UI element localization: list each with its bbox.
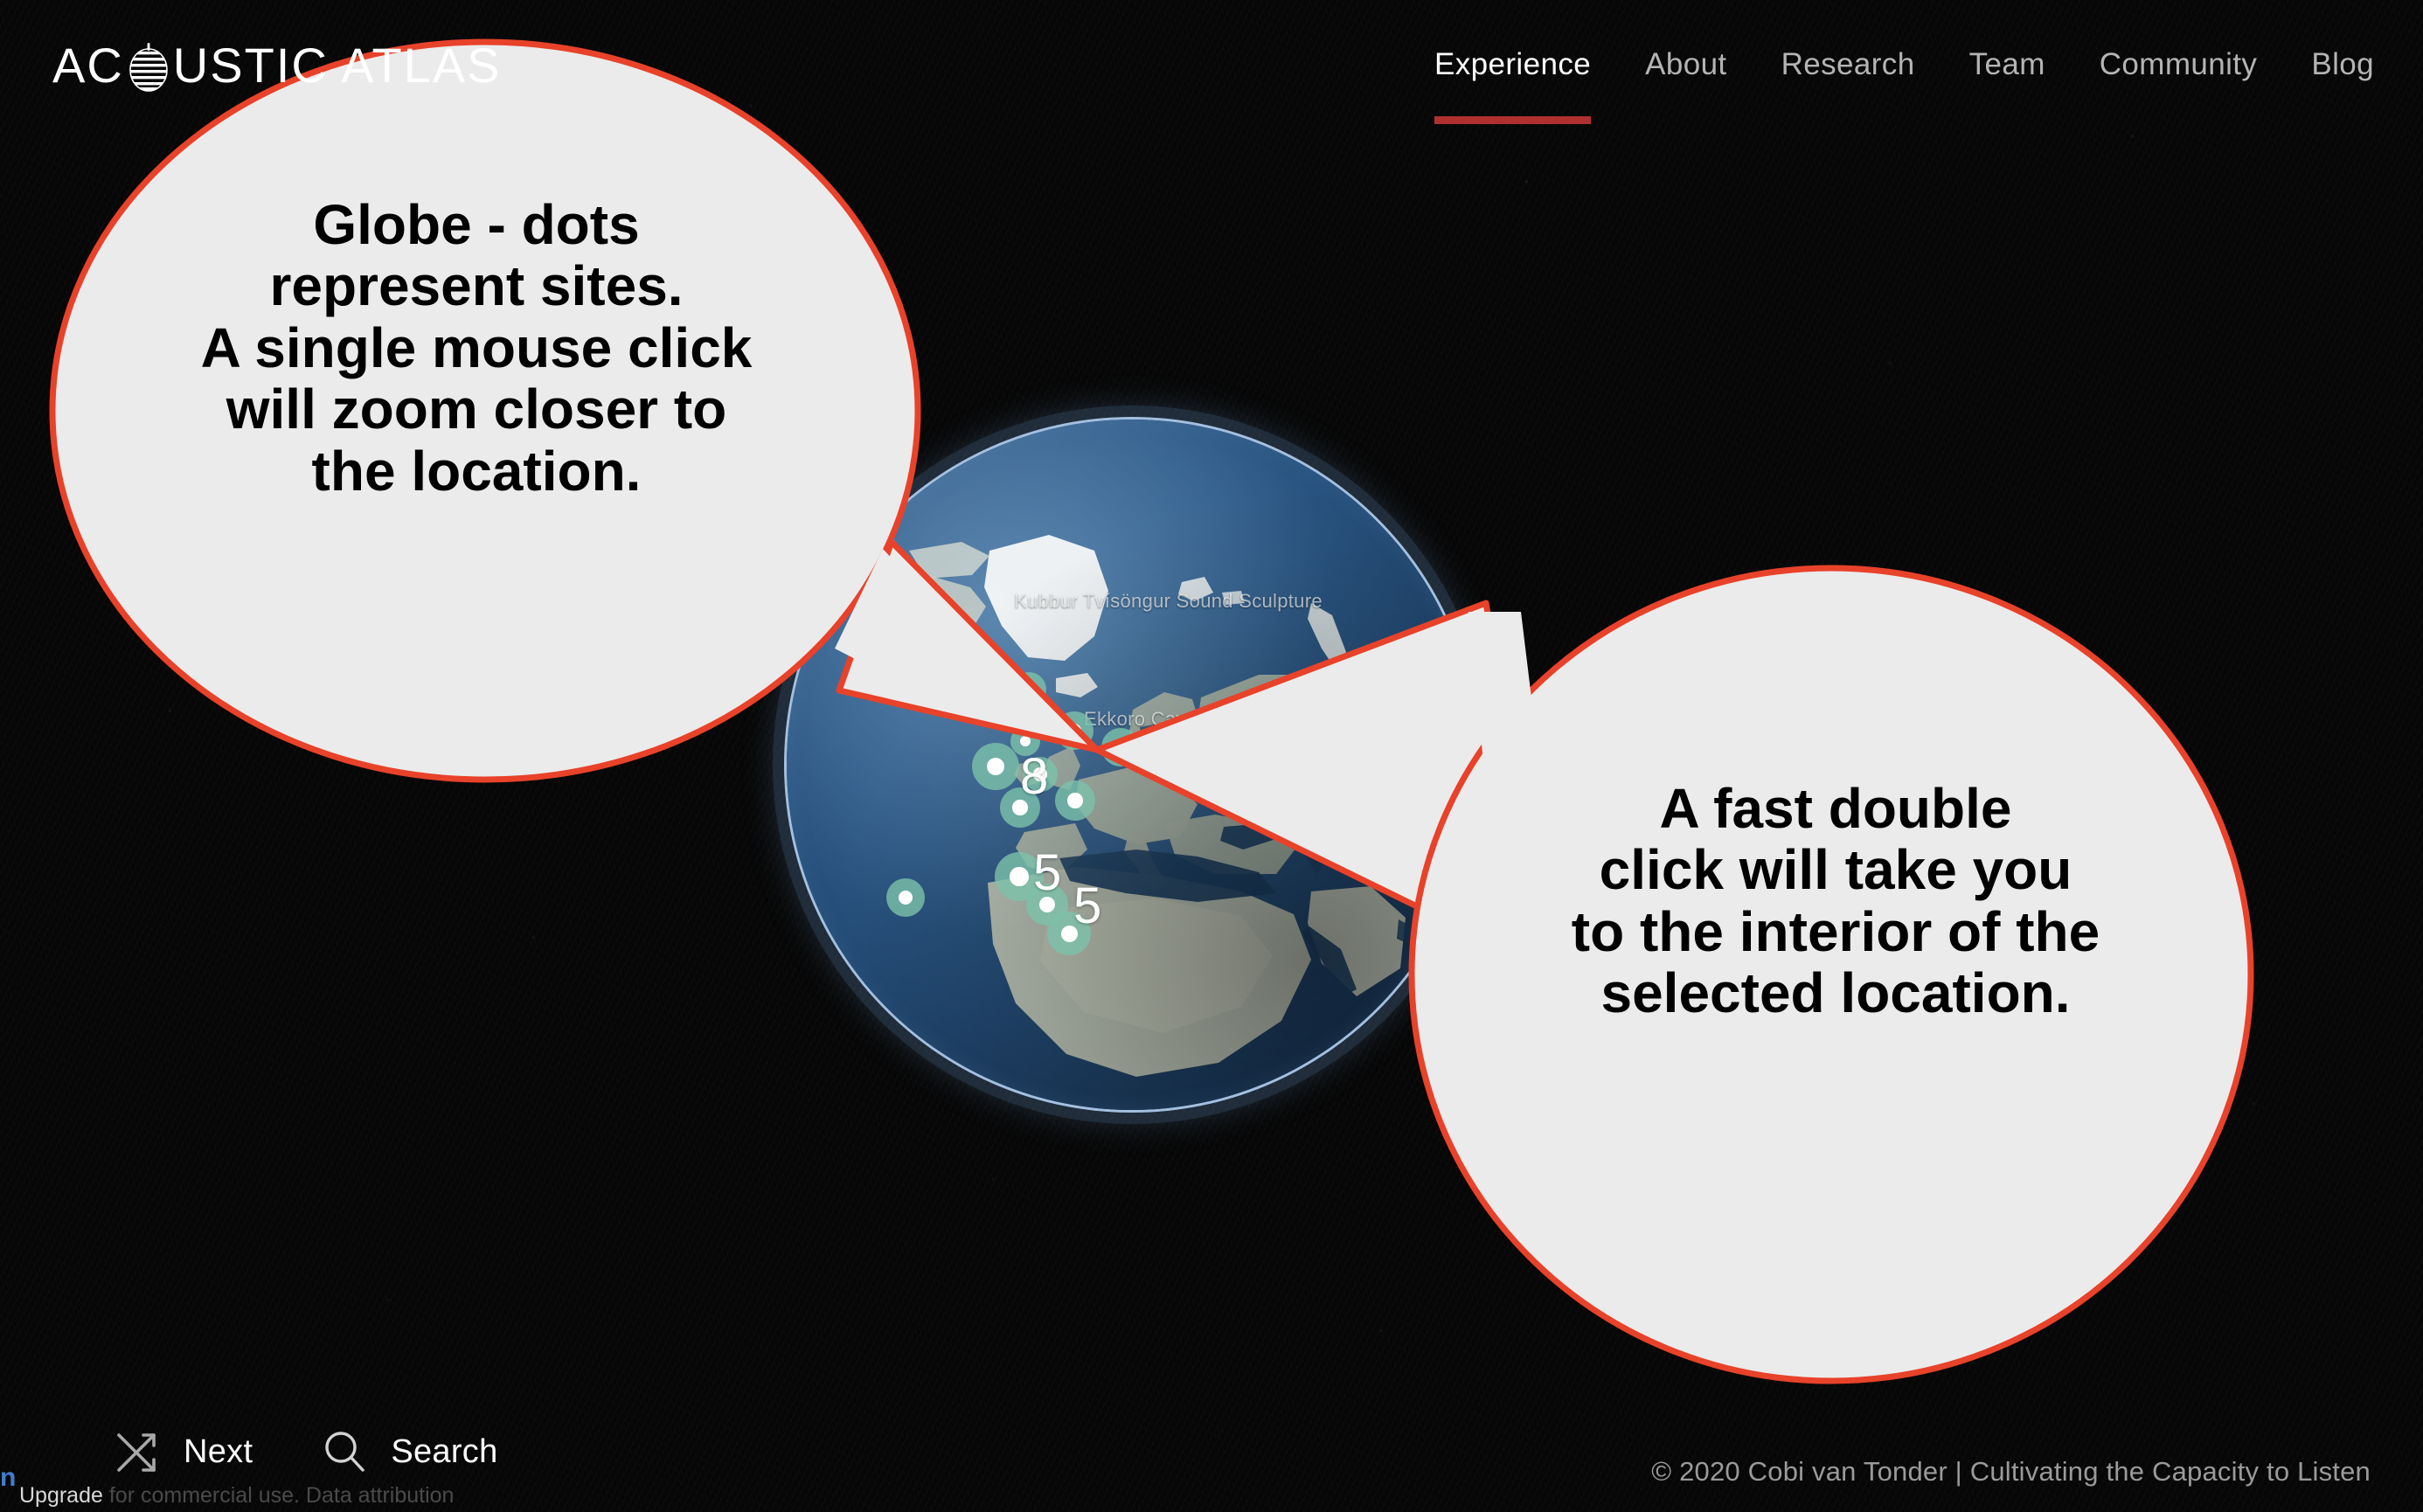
brand-logo[interactable]: AC USTIC ATLAS <box>52 38 502 94</box>
nav-item-team[interactable]: Team <box>1969 47 2045 91</box>
globe-landmass-map <box>878 535 1467 1077</box>
main-navigation: Experience About Research Team Community… <box>1434 47 2374 124</box>
site-marker[interactable] <box>1055 780 1095 821</box>
poi-label-tvisongur: Kubbur Tvísöngur Sound Sculpture <box>1014 590 1323 612</box>
bottom-bar: n Upgrade for commercial use. Data attri… <box>0 1407 2423 1512</box>
bubble-right-text: A fast double click will take you to the i… <box>1407 778 2264 1024</box>
brand-text-part-2: USTIC ATLAS <box>172 38 502 93</box>
shuffle-icon <box>114 1428 161 1475</box>
site-marker[interactable] <box>1101 728 1140 766</box>
poi-label-ekkoro-cave: Ekkoro Cave, Nesodden <box>1084 708 1298 730</box>
site-marker[interactable] <box>1055 711 1093 750</box>
cluster-count-badge[interactable]: 5 <box>1033 848 1061 898</box>
nav-item-experience[interactable]: Experience <box>1434 47 1592 124</box>
upgrade-link[interactable]: Upgrade <box>19 1483 103 1508</box>
search-icon <box>321 1428 368 1475</box>
bubble-text-line: A single mouse click <box>200 316 753 379</box>
next-label: Next <box>184 1432 253 1470</box>
site-marker[interactable] <box>886 878 925 917</box>
bubble-text-line: the location. <box>311 439 642 503</box>
footer-credit: © 2020 Cobi van Tonder | Cultivating the… <box>1651 1456 2371 1487</box>
bubble-text-line: will zoom closer to <box>226 378 727 441</box>
bubble-text-line: A fast double <box>1659 777 2012 840</box>
cluster-count-badge[interactable]: 5 <box>1073 881 1101 932</box>
nav-item-blog[interactable]: Blog <box>2311 47 2374 91</box>
brand-text-part-1: AC <box>52 38 124 93</box>
bubble-text-line: represent sites. <box>269 254 684 318</box>
attribution-rest[interactable]: for commercial use. Data attribution <box>103 1483 455 1508</box>
nav-item-research[interactable]: Research <box>1781 47 1915 91</box>
nav-item-community[interactable]: Community <box>2100 47 2258 91</box>
app-root: AC USTIC ATLAS Experience About Research… <box>0 0 2423 1512</box>
search-label: Search <box>391 1432 498 1470</box>
bubble-left-text: Globe - dots represent sites. A single mou… <box>61 194 892 502</box>
bubble-text-line: Globe - dots <box>313 193 640 256</box>
globe-sphere[interactable] <box>787 420 1477 1110</box>
striped-sphere-icon <box>126 43 171 94</box>
search-button[interactable]: Search <box>321 1428 497 1475</box>
site-marker[interactable] <box>972 743 1019 790</box>
bubble-text-line: to the interior of the <box>1571 899 2100 963</box>
bubble-text-line: click will take you <box>1599 838 2072 902</box>
cluster-count-badge[interactable]: 8 <box>1020 752 1048 802</box>
next-button[interactable]: Next <box>114 1428 253 1475</box>
map-attribution: Upgrade for commercial use. Data attribu… <box>19 1483 454 1509</box>
mapbox-logo-fragment: n <box>0 1463 17 1492</box>
bubble-text-line: selected location. <box>1600 961 2071 1025</box>
interactive-globe[interactable]: Kubbur Tvísöngur Sound Sculpture Ekkoro … <box>787 420 1477 1110</box>
site-header: AC USTIC ATLAS Experience About Research… <box>0 0 2423 140</box>
map-controls: Next Search <box>114 1428 566 1475</box>
site-marker[interactable] <box>1011 672 1046 707</box>
nav-item-about[interactable]: About <box>1645 47 1726 91</box>
